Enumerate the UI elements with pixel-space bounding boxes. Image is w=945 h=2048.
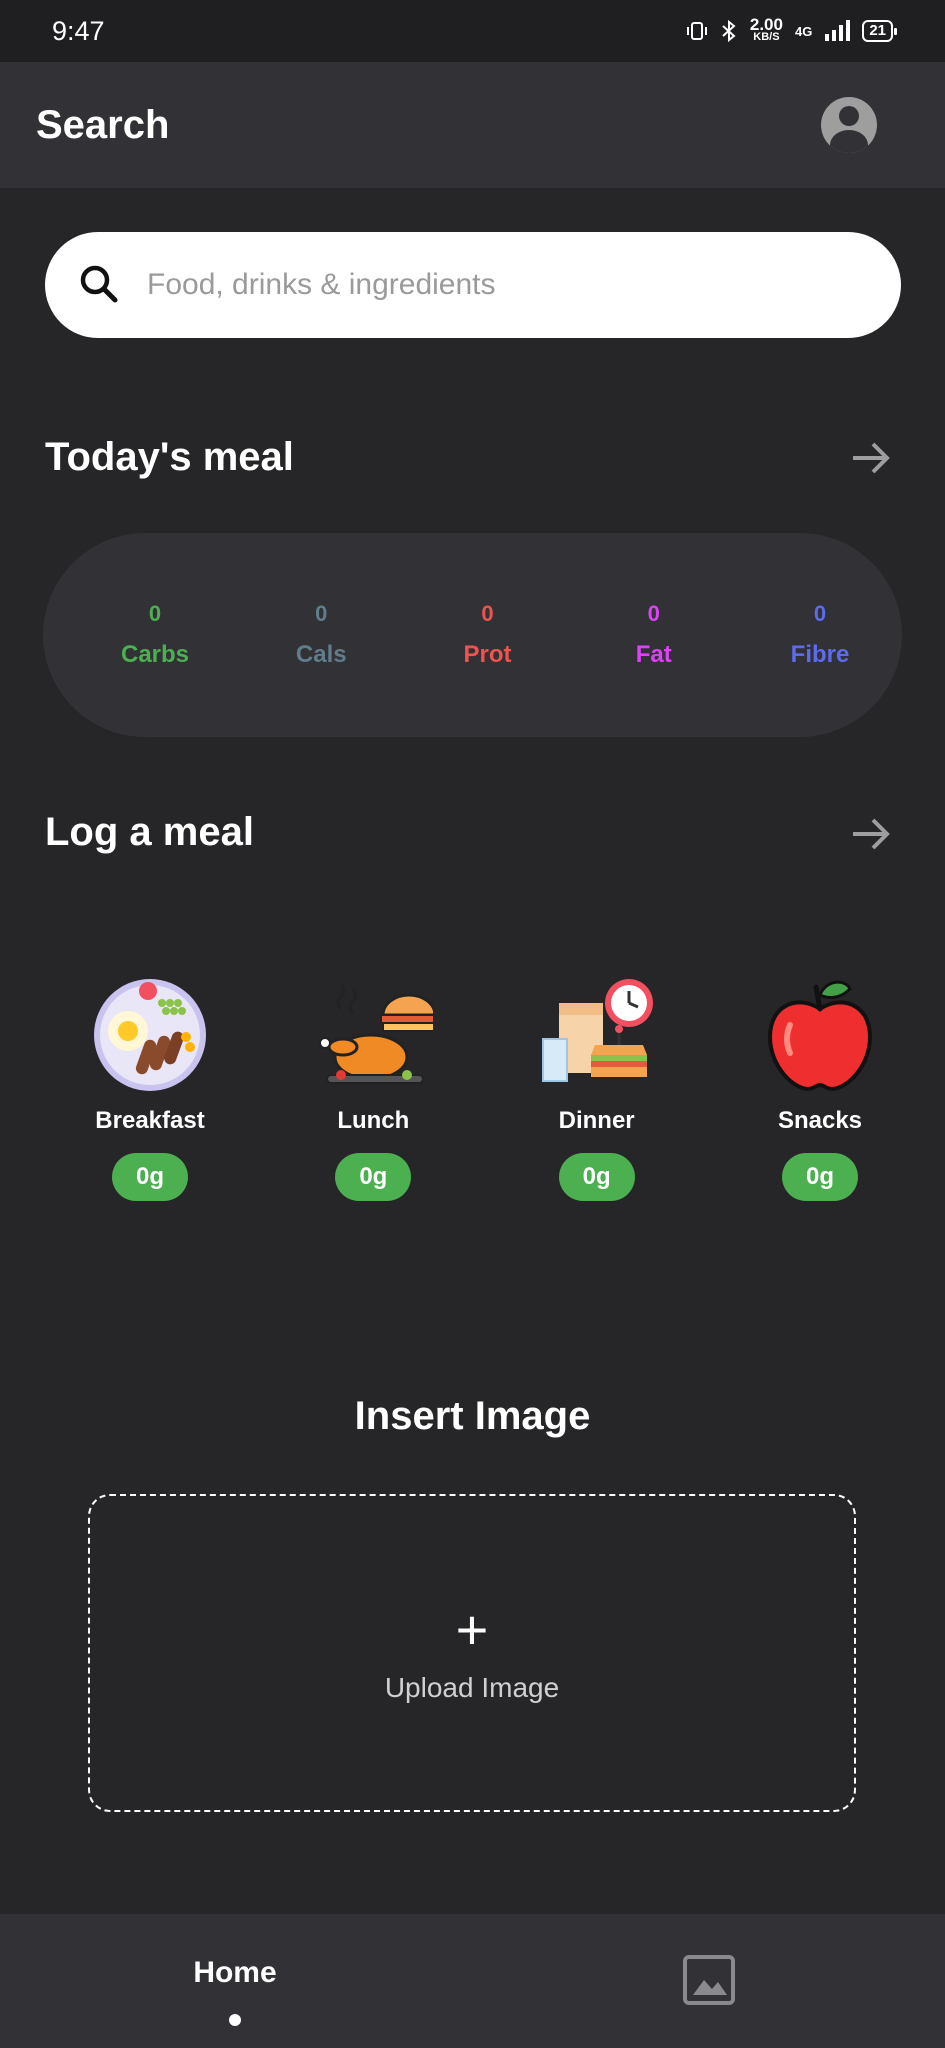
macro-label: Fat — [635, 641, 672, 668]
upload-image-label: Upload Image — [384, 1672, 560, 1703]
breakfast-plate-icon — [94, 979, 206, 1091]
network-type: 4G — [794, 23, 813, 39]
macro-value: 0 — [481, 601, 494, 626]
meal-list: Breakfast 0g Lunch 0g Dinner 0g Snacks 0… — [65, 975, 905, 1201]
vibrate-icon — [686, 22, 707, 40]
page-title: Search — [36, 102, 170, 147]
meal-snacks[interactable]: Snacks 0g — [735, 975, 905, 1201]
status-bar: 9:47 2.00 KB/S 4G 21 — [0, 0, 945, 62]
app-bar: Search — [0, 62, 945, 188]
meal-dinner[interactable]: Dinner 0g — [512, 975, 682, 1201]
avatar-head — [839, 106, 859, 126]
meal-breakfast[interactable]: Breakfast 0g — [65, 975, 235, 1201]
meal-lunch[interactable]: Lunch 0g — [288, 975, 458, 1201]
status-icons: 2.00 KB/S 4G 21 — [686, 15, 897, 44]
log-meal-title: Log a meal — [45, 810, 254, 854]
dinner-clock-icon — [541, 979, 653, 1082]
avatar[interactable] — [821, 97, 877, 153]
net-speed: 2.00 KB/S — [749, 15, 783, 44]
nav-active-indicator — [229, 2014, 241, 2026]
macro-prot: 0 Prot — [426, 601, 550, 669]
roast-chicken-icon — [319, 983, 434, 1084]
nav-home[interactable]: Home — [140, 1914, 330, 2048]
status-time: 9:47 — [52, 15, 105, 46]
macro-fat: 0 Fat — [592, 601, 716, 669]
macro-cals: 0 Cals — [259, 601, 383, 669]
macro-value: 0 — [315, 601, 328, 626]
macro-label: Fibre — [790, 641, 850, 668]
meal-name: Dinner — [558, 1107, 635, 1134]
net-speed-value: 2.00 — [749, 15, 783, 34]
log-meal-arrow-icon[interactable] — [849, 812, 893, 856]
plus-icon: + — [455, 1598, 489, 1661]
signal-icon — [825, 20, 851, 41]
macro-fibre: 0 Fibre — [758, 601, 882, 669]
upload-image-area[interactable]: + Upload Image — [88, 1494, 856, 1812]
meal-name: Snacks — [777, 1107, 863, 1134]
screen: 9:47 2.00 KB/S 4G 21 Search Food, drinks… — [0, 0, 945, 2048]
search-icon — [80, 265, 118, 303]
macro-summary-card[interactable]: 0 Carbs 0 Cals 0 Prot 0 Fat 0 Fibre — [43, 533, 902, 737]
net-speed-unit: KB/S — [753, 31, 780, 43]
meal-amount-badge: 0g — [335, 1153, 412, 1201]
battery-level: 21 — [862, 20, 897, 42]
macro-carbs: 0 Carbs — [93, 601, 217, 669]
meal-name: Breakfast — [95, 1107, 205, 1134]
apple-icon — [767, 980, 872, 1092]
macro-value: 0 — [148, 601, 162, 626]
search-bar[interactable] — [45, 232, 901, 338]
meal-amount-badge: 0g — [558, 1153, 635, 1201]
macro-label: Cals — [295, 641, 347, 668]
todays-meal-title: Today's meal — [45, 435, 294, 479]
meal-amount-badge: 0g — [112, 1153, 188, 1201]
search-input[interactable] — [147, 268, 847, 302]
avatar-body — [830, 130, 868, 153]
nav-home-label: Home — [193, 1956, 277, 1989]
macro-value: 0 — [813, 601, 827, 626]
macro-label: Prot — [463, 641, 512, 668]
bottom-nav: Home — [0, 1914, 945, 2048]
image-icon[interactable] — [682, 1954, 736, 2006]
insert-image-title: Insert Image — [354, 1394, 591, 1438]
macro-value: 0 — [647, 601, 660, 626]
meal-name: Lunch — [337, 1107, 410, 1134]
macro-label: Carbs — [120, 641, 190, 668]
meal-amount-badge: 0g — [781, 1153, 858, 1201]
bluetooth-icon — [722, 19, 736, 43]
todays-meal-arrow-icon[interactable] — [849, 436, 893, 480]
